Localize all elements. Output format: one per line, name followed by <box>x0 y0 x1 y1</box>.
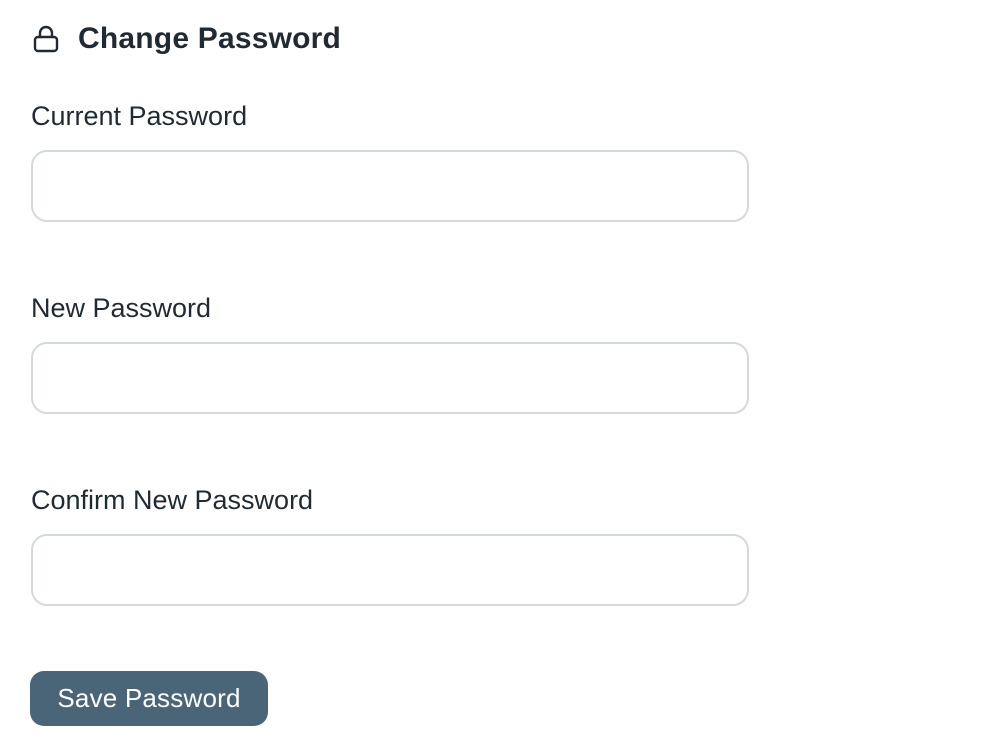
new-password-label: New Password <box>31 293 212 323</box>
save-password-button[interactable]: Save Password <box>30 671 268 726</box>
lock-icon <box>31 24 61 54</box>
current-password-label: Current Password <box>31 101 248 131</box>
new-password-input[interactable] <box>31 342 749 414</box>
page-title: Change Password <box>78 22 342 55</box>
confirm-password-input[interactable] <box>31 534 749 606</box>
change-password-page: Change Password Current Password New Pas… <box>0 0 1006 756</box>
current-password-input[interactable] <box>31 150 749 222</box>
section-header: Change Password <box>31 18 341 60</box>
confirm-password-label: Confirm New Password <box>31 485 314 515</box>
